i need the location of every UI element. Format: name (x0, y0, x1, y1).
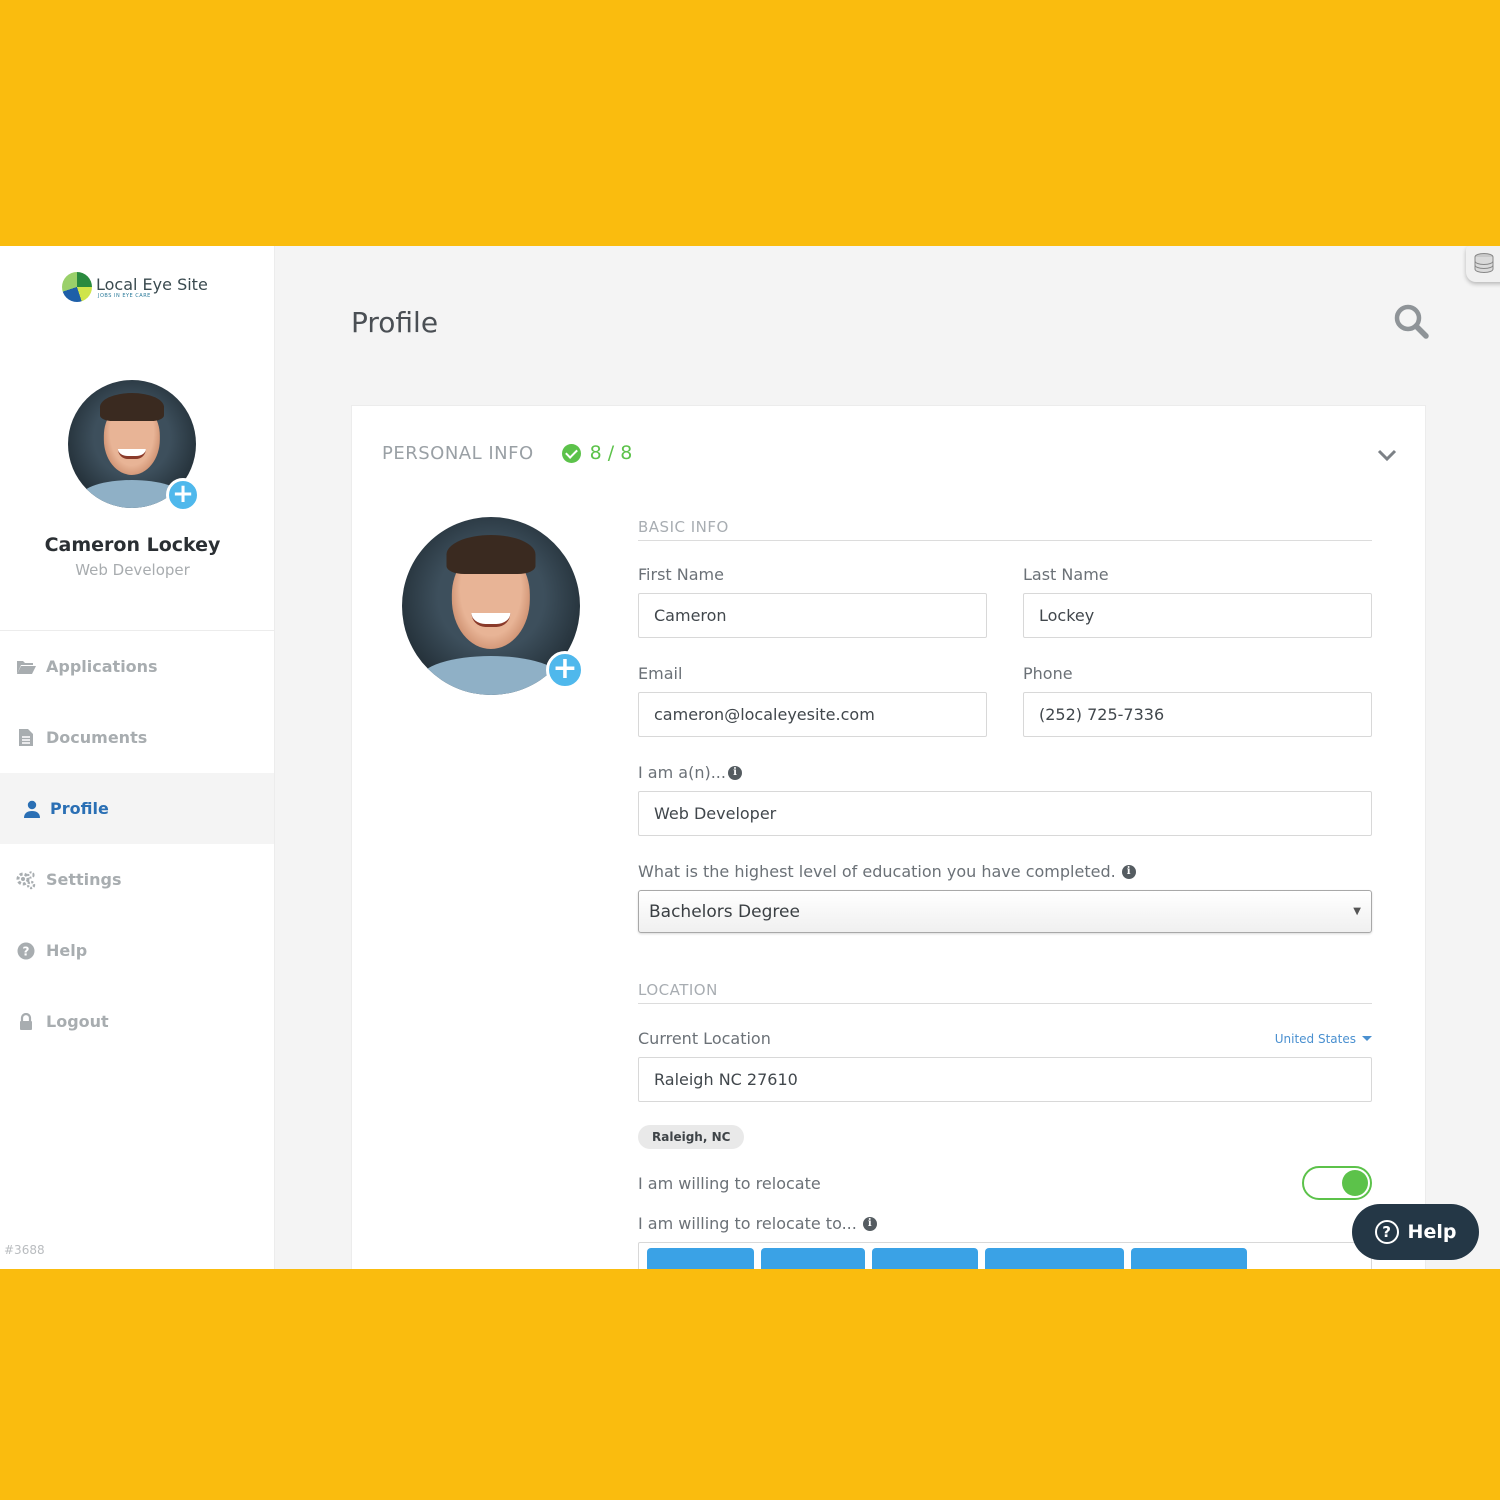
current-location-field[interactable] (638, 1057, 1372, 1102)
folder-open-icon (16, 657, 36, 677)
location-tag[interactable] (985, 1248, 1124, 1269)
completion-count: 8 / 8 (589, 442, 633, 464)
first-name-field[interactable] (638, 593, 987, 638)
collapse-button[interactable] (1376, 444, 1398, 466)
user-icon (22, 799, 42, 819)
help-button-label: Help (1407, 1221, 1457, 1243)
sidebar-item-label: Settings (46, 870, 122, 889)
dropdown-arrow-icon: ▼ (1353, 906, 1361, 917)
sidebar: Local Eye Site JOBS IN EYE CARE + Camero… (0, 246, 275, 1269)
occupation-label: I am a(n)... (638, 763, 726, 782)
document-icon (16, 728, 36, 748)
sidebar-item-applications[interactable]: Applications (0, 631, 274, 702)
relocate-toggle[interactable] (1302, 1166, 1372, 1200)
location-tag[interactable] (647, 1248, 754, 1269)
location-title: LOCATION (638, 981, 1372, 1004)
logo[interactable]: Local Eye Site JOBS IN EYE CARE (62, 272, 208, 302)
relocate-to-label: I am willing to relocate to... (638, 1214, 857, 1233)
question-circle-icon: ? (16, 941, 36, 961)
personal-info-card: PERSONAL INFO 8 / 8 + BASIC INFO First N… (351, 405, 1426, 1269)
add-photo-icon[interactable]: + (166, 478, 200, 512)
sidebar-item-documents[interactable]: Documents (0, 702, 274, 773)
sidebar-item-label: Help (46, 941, 88, 960)
upload-photo-icon[interactable]: + (546, 651, 584, 689)
location-tag[interactable] (872, 1248, 978, 1269)
sidebar-item-logout[interactable]: Logout (0, 986, 274, 1057)
logo-mark-icon (62, 272, 92, 302)
personal-info-title: PERSONAL INFO (382, 442, 534, 464)
sidebar-avatar: + (68, 380, 200, 512)
search-icon (1394, 304, 1429, 339)
user-role: Web Developer (75, 561, 190, 579)
page-title: Profile (351, 306, 439, 339)
chevron-down-icon (1377, 449, 1397, 462)
basic-info-title: BASIC INFO (638, 518, 1372, 541)
occupation-field[interactable] (638, 791, 1372, 836)
sidebar-item-profile[interactable]: Profile (0, 773, 274, 844)
location-tag[interactable] (1131, 1248, 1247, 1269)
lock-icon (16, 1012, 36, 1032)
svg-text:?: ? (23, 944, 30, 958)
country-label: United States (1274, 1031, 1356, 1046)
info-icon[interactable]: i (727, 765, 742, 780)
email-field[interactable] (638, 692, 987, 737)
sidebar-item-label: Documents (46, 728, 148, 747)
last-name-label: Last Name (1023, 565, 1109, 584)
sidebar-item-label: Logout (46, 1012, 109, 1031)
logo-tagline: JOBS IN EYE CARE (98, 292, 151, 299)
logo-name: Local Eye Site (96, 274, 208, 294)
sidebar-item-help[interactable]: ? Help (0, 915, 274, 986)
email-label: Email (638, 664, 683, 683)
phone-field[interactable] (1023, 692, 1372, 737)
relocate-label: I am willing to relocate (638, 1173, 821, 1193)
check-circle-icon (561, 443, 581, 463)
last-name-field[interactable] (1023, 593, 1372, 638)
education-label: What is the highest level of education y… (638, 862, 1116, 881)
location-tag[interactable] (761, 1248, 865, 1269)
location-chip[interactable]: Raleigh, NC (638, 1125, 745, 1149)
gears-icon (16, 870, 36, 890)
education-select[interactable]: Bachelors Degree ▼ (638, 890, 1372, 933)
search-button[interactable] (1392, 302, 1430, 340)
sidebar-nav: Applications Documents Profile Settings (0, 630, 274, 1057)
question-circle-icon: ? (1374, 1220, 1399, 1244)
personal-info-header: PERSONAL INFO 8 / 8 (382, 442, 632, 464)
info-icon[interactable]: i (1121, 864, 1136, 879)
sidebar-item-settings[interactable]: Settings (0, 844, 274, 915)
completion-status: 8 / 8 (561, 442, 633, 464)
build-id: #3688 (4, 1243, 45, 1257)
toggle-knob (1342, 1170, 1368, 1196)
first-name-label: First Name (638, 565, 724, 584)
user-name: Cameron Lockey (44, 534, 221, 556)
education-selected-value: Bachelors Degree (649, 901, 800, 922)
sidebar-item-label: Profile (50, 799, 109, 818)
profile-form: BASIC INFO First Name Last Name Email Ph… (638, 518, 1372, 1269)
country-selector[interactable]: United States (1275, 1032, 1372, 1046)
info-icon[interactable]: i (862, 1216, 877, 1231)
help-button[interactable]: ? Help (1352, 1204, 1479, 1260)
coin-stack-icon[interactable] (1466, 246, 1500, 282)
profile-photo: + (402, 517, 584, 697)
app-window: Local Eye Site JOBS IN EYE CARE + Camero… (0, 246, 1500, 1269)
sidebar-item-label: Applications (46, 657, 158, 676)
phone-label: Phone (1023, 664, 1073, 683)
current-location-label: Current Location (638, 1029, 771, 1048)
caret-down-icon (1362, 1036, 1372, 1041)
relocate-to-field[interactable] (638, 1242, 1372, 1269)
